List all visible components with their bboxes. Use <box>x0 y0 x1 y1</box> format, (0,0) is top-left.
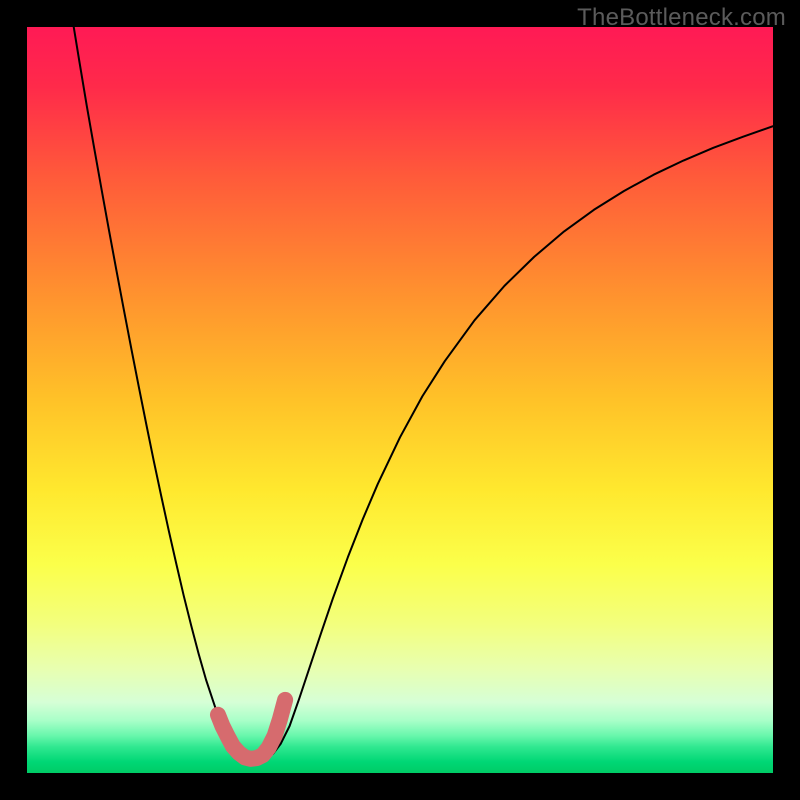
chart-frame: TheBottleneck.com <box>0 0 800 800</box>
chart-canvas <box>27 27 773 773</box>
plot-area <box>27 27 773 773</box>
watermark-text: TheBottleneck.com <box>577 4 786 32</box>
gradient-background <box>27 27 773 773</box>
